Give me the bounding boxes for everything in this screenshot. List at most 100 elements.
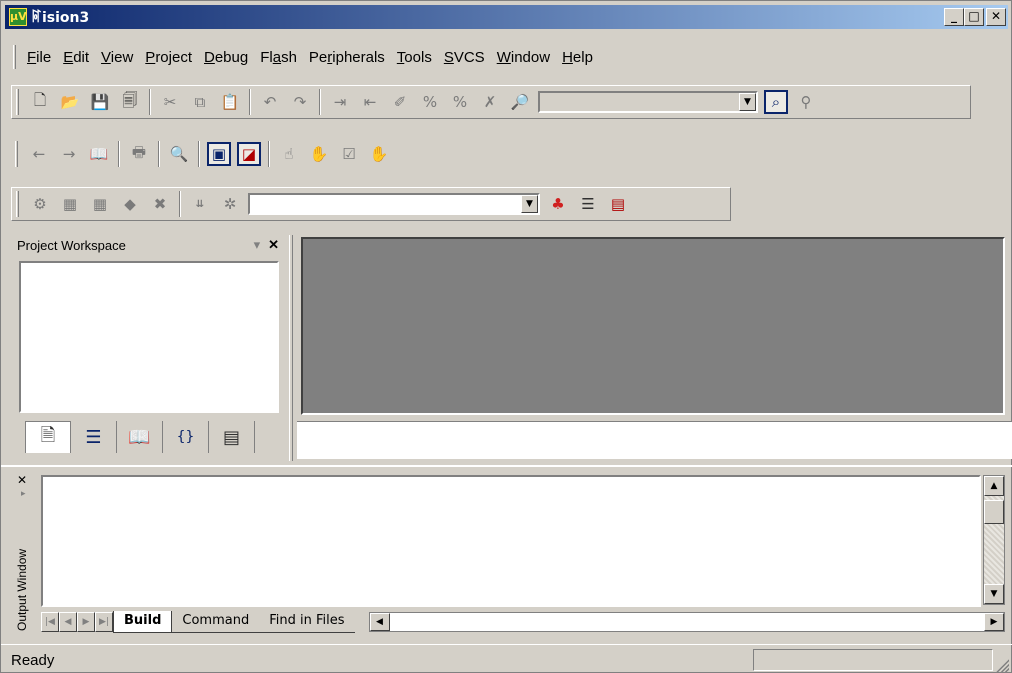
editor-area[interactable]: [301, 237, 1005, 415]
output-text-area[interactable]: [41, 475, 981, 607]
pin-icon[interactable]: ▾: [254, 237, 261, 253]
new-file-icon[interactable]: 🗋: [28, 90, 52, 114]
close-icon[interactable]: ✕: [268, 237, 279, 253]
output-horizontal-scrollbar[interactable]: ◀ ▶: [368, 612, 1005, 632]
menu-window[interactable]: Window: [491, 49, 556, 66]
menu-project[interactable]: Project: [139, 49, 198, 66]
close-icon[interactable]: ✕: [17, 473, 27, 487]
batch-build-icon[interactable]: ◆: [118, 192, 142, 216]
target-options-icon[interactable]: ✲: [218, 192, 242, 216]
find-in-files-icon[interactable]: 🔎: [508, 90, 532, 114]
toolbar-separator: [179, 191, 181, 217]
file-toolbar: 🗋 📂 💾 🗐 ✂ ⧉ 📋 ↶ ↷ ⇥ ⇤ ✐ % % ✗ 🔎 ▼ ⌕ ⚲: [11, 85, 971, 119]
find-binoculars-icon[interactable]: ⌕: [764, 90, 788, 114]
workspace-titlebar[interactable]: Project Workspace ▾ ✕: [17, 235, 283, 255]
toolbar-grip[interactable]: [16, 89, 19, 115]
next-tab-icon[interactable]: ▶: [77, 612, 95, 632]
maximize-button[interactable]: □: [964, 8, 984, 26]
scroll-left-icon[interactable]: ◀: [369, 613, 390, 631]
menu-view[interactable]: View: [95, 49, 139, 66]
manage-books-icon[interactable]: ▤: [606, 192, 630, 216]
zoom-icon[interactable]: 🔍: [167, 142, 191, 166]
print-icon[interactable]: 🖶: [127, 142, 151, 166]
open-file-icon[interactable]: 📂: [58, 90, 82, 114]
resize-grip-icon[interactable]: [995, 658, 1009, 672]
scroll-up-icon[interactable]: ▲: [984, 476, 1004, 496]
last-tab-icon[interactable]: ▶|: [95, 612, 113, 632]
caption-buttons: _ □ ✕: [942, 8, 1006, 26]
menu-peripherals[interactable]: Peripherals: [303, 49, 391, 66]
back-arrow-icon[interactable]: ←: [27, 142, 51, 166]
bookmark-toggle-icon[interactable]: ✐: [388, 90, 412, 114]
tab-command[interactable]: Command: [172, 611, 260, 633]
find-combo[interactable]: ▼: [538, 91, 758, 113]
incremental-find-icon[interactable]: ⚲: [794, 90, 818, 114]
output-vertical-scrollbar[interactable]: ▲ ▼: [983, 475, 1005, 605]
output-toggle-icon[interactable]: ◪: [237, 142, 261, 166]
toolbar-separator: [198, 141, 200, 167]
app-icon[interactable]: μV: [9, 8, 27, 26]
menu-svcs[interactable]: SVCS: [438, 49, 491, 66]
scroll-down-icon[interactable]: ▼: [984, 584, 1004, 604]
build-icon[interactable]: ▦: [58, 192, 82, 216]
download-icon[interactable]: ⇊: [188, 192, 212, 216]
rebuild-icon[interactable]: ▦: [88, 192, 112, 216]
toolbar-grip[interactable]: [16, 191, 19, 217]
tab-build[interactable]: Build: [113, 611, 173, 633]
save-all-icon[interactable]: 🗐: [118, 90, 142, 114]
output-window-title: Output Window: [15, 548, 29, 631]
title-bar[interactable]: μV ꌸision3 _ □ ✕: [5, 5, 1008, 29]
forward-arrow-icon[interactable]: →: [57, 142, 81, 166]
toolbar-separator: [158, 141, 160, 167]
components-icon[interactable]: ♣: [546, 192, 570, 216]
menu-tools[interactable]: Tools: [391, 49, 438, 66]
books-tab-icon[interactable]: 📖: [117, 421, 163, 453]
pin-icon[interactable]: ▸: [21, 489, 26, 499]
bookmark-prev-icon[interactable]: %: [448, 90, 472, 114]
copy-icon[interactable]: ⧉: [188, 90, 212, 114]
functions-tab-icon[interactable]: {}: [163, 421, 209, 453]
save-icon[interactable]: 💾: [88, 90, 112, 114]
toolbar-grip[interactable]: [15, 141, 18, 167]
chevron-down-icon[interactable]: ▼: [521, 195, 538, 213]
menu-edit[interactable]: Edit: [57, 49, 95, 66]
prev-tab-icon[interactable]: ◀: [59, 612, 77, 632]
breakpoint-list-icon[interactable]: ☑: [337, 142, 361, 166]
stop-build-icon[interactable]: ✖: [148, 192, 172, 216]
paste-icon[interactable]: 📋: [218, 90, 242, 114]
hand-icon[interactable]: ☝: [277, 142, 301, 166]
workspace-splitter[interactable]: [289, 235, 293, 461]
menubar-grip[interactable]: [13, 45, 16, 69]
menu-file[interactable]: File: [21, 49, 57, 66]
bookmark-next-icon[interactable]: %: [418, 90, 442, 114]
scroll-right-icon[interactable]: ▶: [984, 613, 1004, 631]
close-button[interactable]: ✕: [986, 8, 1006, 26]
registers-tab-icon[interactable]: ☰: [71, 421, 117, 453]
book-icon[interactable]: 📖: [87, 142, 111, 166]
translate-icon[interactable]: ⚙: [28, 192, 52, 216]
disable-breakpoint-icon[interactable]: ✋: [307, 142, 331, 166]
cut-icon[interactable]: ✂: [158, 90, 182, 114]
undo-icon[interactable]: ↶: [258, 90, 282, 114]
menu-debug[interactable]: Debug: [198, 49, 254, 66]
file-extensions-icon[interactable]: ☰: [576, 192, 600, 216]
select-target-combo[interactable]: ▼: [248, 193, 540, 215]
workspace-toggle-icon[interactable]: ▣: [207, 142, 231, 166]
scroll-thumb[interactable]: [984, 500, 1004, 524]
chevron-down-icon[interactable]: ▼: [739, 93, 756, 111]
menu-help[interactable]: Help: [556, 49, 599, 66]
output-window-sidebar: ✕ ▸ Output Window: [11, 471, 37, 635]
kill-breakpoints-icon[interactable]: ✋: [367, 142, 391, 166]
tab-find-in-files[interactable]: Find in Files: [259, 611, 355, 633]
menu-flash[interactable]: Flash: [254, 49, 303, 66]
indent-icon[interactable]: ⇥: [328, 90, 352, 114]
templates-tab-icon[interactable]: ▤: [209, 421, 255, 453]
output-tabs-bar: |◀ ◀ ▶ ▶| Build Command Find in Files ◀ …: [41, 609, 1005, 635]
redo-icon[interactable]: ↷: [288, 90, 312, 114]
bookmark-clear-icon[interactable]: ✗: [478, 90, 502, 114]
minimize-button[interactable]: _: [944, 8, 964, 26]
files-tab-icon[interactable]: 🗎: [25, 421, 71, 453]
unindent-icon[interactable]: ⇤: [358, 90, 382, 114]
workspace-tree[interactable]: [19, 261, 279, 413]
first-tab-icon[interactable]: |◀: [41, 612, 59, 632]
